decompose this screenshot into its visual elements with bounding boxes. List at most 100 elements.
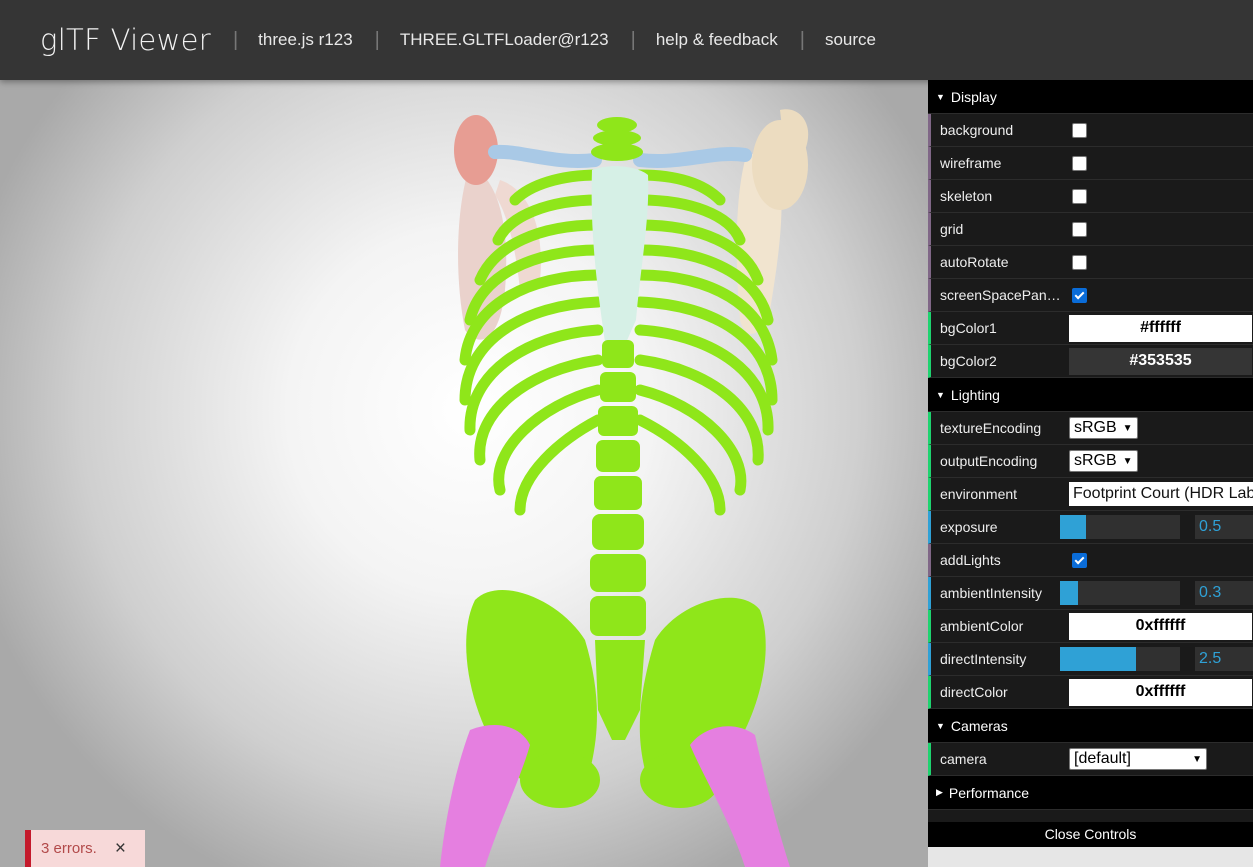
folder-cameras[interactable]: ▼ Cameras xyxy=(928,709,1253,743)
source-link[interactable]: source xyxy=(825,30,876,50)
label-exposure: exposure xyxy=(940,519,998,535)
autorotate-checkbox[interactable] xyxy=(1072,254,1087,270)
ambientintensity-slider[interactable] xyxy=(1060,581,1180,605)
folder-performance[interactable]: ▶ Performance xyxy=(928,776,1253,810)
header-separator: | xyxy=(374,28,380,51)
femurs xyxy=(440,725,790,867)
error-message: 3 errors. xyxy=(41,840,97,857)
ambientintensity-slider-fill xyxy=(1060,581,1078,605)
close-controls-button[interactable]: Close Controls xyxy=(928,822,1253,847)
ambientcolor-picker[interactable]: 0xffffff xyxy=(1069,612,1252,640)
row-textureencoding: textureEncoding sRGB ▼ xyxy=(928,412,1253,445)
folder-display[interactable]: ▼ Display xyxy=(928,80,1253,114)
camera-value: [default] xyxy=(1074,750,1131,767)
chevron-down-icon: ▼ xyxy=(1122,455,1133,467)
camera-select[interactable]: [default] ▼ xyxy=(1069,748,1207,770)
row-grid: grid xyxy=(928,213,1253,246)
gltfloader-version-link[interactable]: THREE.GLTFLoader@r123 xyxy=(400,30,609,50)
row-screenspacepanning: screenSpacePanning xyxy=(928,279,1253,312)
controls-panel: ▼ Display background wireframe skeleton … xyxy=(928,80,1253,847)
label-autorotate: autoRotate xyxy=(940,254,1009,270)
clavicle-left xyxy=(488,144,602,168)
row-ambientcolor: ambientColor 0xffffff xyxy=(928,610,1253,643)
label-wireframe: wireframe xyxy=(940,155,1002,171)
chevron-down-icon: ▼ xyxy=(1122,422,1133,434)
skeleton-model xyxy=(440,109,809,867)
caret-right-icon: ▶ xyxy=(936,787,943,797)
label-bgcolor2: bgColor2 xyxy=(940,353,997,369)
sternum xyxy=(591,166,649,345)
row-wireframe: wireframe xyxy=(928,147,1253,180)
row-bgcolor1: bgColor1 #ffffff xyxy=(928,312,1253,345)
outputencoding-select[interactable]: sRGB ▼ xyxy=(1069,450,1138,472)
row-ambientintensity: ambientIntensity 0.3 xyxy=(928,577,1253,610)
row-directcolor: directColor 0xffffff xyxy=(928,676,1253,709)
exposure-input[interactable]: 0.5 xyxy=(1195,515,1253,539)
row-bgcolor2: bgColor2 #353535 xyxy=(928,345,1253,378)
error-toast: 3 errors. × xyxy=(25,830,145,867)
row-environment: environment Footprint Court (HDR Labs) xyxy=(928,478,1253,511)
label-screenspacepanning: screenSpacePanning xyxy=(940,287,1062,303)
folder-performance-label: Performance xyxy=(948,784,1030,801)
threejs-version-link[interactable]: three.js r123 xyxy=(258,30,353,50)
bgcolor2-picker[interactable]: #353535 xyxy=(1069,347,1252,375)
label-ambientcolor: ambientColor xyxy=(940,618,1024,634)
caret-down-icon: ▼ xyxy=(936,91,945,102)
clavicle-right xyxy=(633,147,752,168)
app-header: glTF Viewer | three.js r123 | THREE.GLTF… xyxy=(0,0,1253,80)
3d-viewport-canvas[interactable] xyxy=(0,80,928,867)
folder-display-label: Display xyxy=(950,88,997,105)
header-separator: | xyxy=(232,28,239,51)
grid-checkbox[interactable] xyxy=(1072,221,1087,237)
environment-select[interactable]: Footprint Court (HDR Labs) xyxy=(1069,482,1253,506)
screenspacepanning-checkbox[interactable] xyxy=(1072,287,1087,303)
close-icon[interactable]: × xyxy=(115,838,126,860)
exposure-slider-fill xyxy=(1060,515,1087,539)
folder-cameras-label: Cameras xyxy=(950,717,1008,734)
label-outputencoding: outputEncoding xyxy=(940,453,1038,469)
label-background: background xyxy=(940,122,1014,138)
cervical-spine xyxy=(591,117,643,161)
addlights-checkbox[interactable] xyxy=(1072,552,1087,568)
label-directintensity: directIntensity xyxy=(940,651,1027,667)
row-outputencoding: outputEncoding sRGB ▼ xyxy=(928,445,1253,478)
header-separator: | xyxy=(630,28,636,51)
label-ambientintensity: ambientIntensity xyxy=(940,585,1042,601)
label-skeleton: skeleton xyxy=(940,188,993,204)
spine xyxy=(590,340,646,636)
label-textureencoding: textureEncoding xyxy=(940,420,1042,436)
help-feedback-link[interactable]: help & feedback xyxy=(656,30,778,50)
textureencoding-value: sRGB xyxy=(1074,419,1117,436)
row-autorotate: autoRotate xyxy=(928,246,1253,279)
label-addlights: addLights xyxy=(940,552,1001,568)
folder-lighting-label: Lighting xyxy=(950,386,1000,403)
exposure-slider[interactable] xyxy=(1060,515,1180,539)
directcolor-picker[interactable]: 0xffffff xyxy=(1069,678,1252,706)
row-skeleton: skeleton xyxy=(928,180,1253,213)
label-directcolor: directColor xyxy=(940,684,1008,700)
chevron-down-icon: ▼ xyxy=(1192,753,1202,765)
directintensity-slider[interactable] xyxy=(1060,647,1180,671)
row-camera: camera [default] ▼ xyxy=(928,743,1253,776)
outputencoding-value: sRGB xyxy=(1074,452,1117,469)
label-camera: camera xyxy=(940,751,987,767)
label-environment: environment xyxy=(940,486,1018,502)
app-title: glTF Viewer xyxy=(40,23,211,57)
skeleton-checkbox[interactable] xyxy=(1072,188,1087,204)
row-background: background xyxy=(928,114,1253,147)
directintensity-input[interactable]: 2.5 xyxy=(1195,647,1253,671)
directintensity-slider-fill xyxy=(1060,647,1136,671)
row-exposure: exposure 0.5 xyxy=(928,511,1253,544)
label-grid: grid xyxy=(940,221,964,237)
caret-down-icon: ▼ xyxy=(936,720,945,731)
caret-down-icon: ▼ xyxy=(936,389,945,400)
folder-lighting[interactable]: ▼ Lighting xyxy=(928,378,1253,412)
wireframe-checkbox[interactable] xyxy=(1072,155,1087,171)
header-separator: | xyxy=(799,28,805,51)
bgcolor1-picker[interactable]: #ffffff xyxy=(1069,314,1252,342)
background-checkbox[interactable] xyxy=(1072,122,1087,138)
textureencoding-select[interactable]: sRGB ▼ xyxy=(1069,417,1138,439)
ambientintensity-input[interactable]: 0.3 xyxy=(1195,581,1253,605)
right-shoulder xyxy=(736,109,809,334)
row-addlights: addLights xyxy=(928,544,1253,577)
